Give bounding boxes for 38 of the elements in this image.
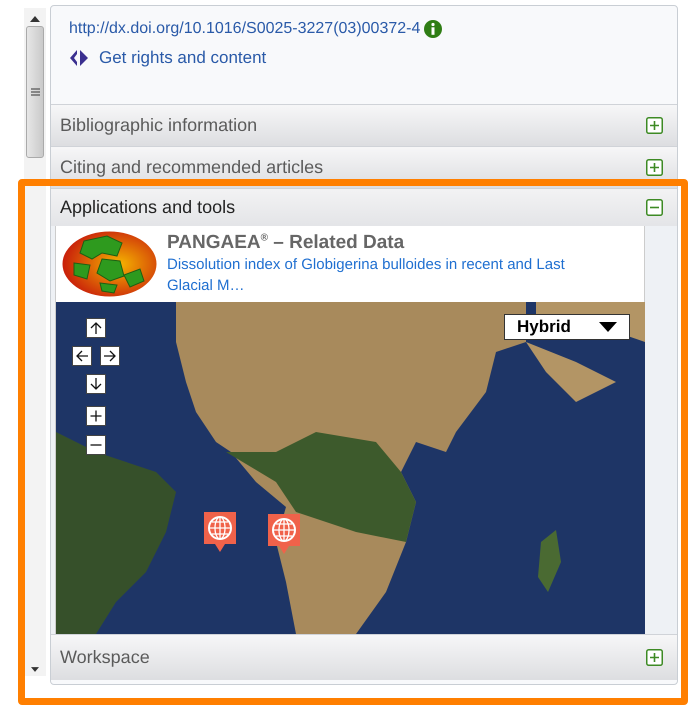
section-header[interactable]: Bibliographic information	[51, 104, 677, 146]
zoom-in-button[interactable]	[86, 406, 106, 426]
arrow-right-icon	[102, 348, 118, 364]
rights-link[interactable]: Get rights and content	[99, 48, 266, 68]
scroll-down-icon[interactable]	[31, 667, 39, 672]
section-title: Bibliographic information	[60, 115, 258, 136]
diamond-arrow-icon	[69, 49, 89, 67]
pan-up-button[interactable]	[86, 318, 106, 338]
map-type-dropdown[interactable]: Hybrid	[504, 314, 630, 340]
pan-left-button[interactable]	[72, 346, 92, 366]
info-icon[interactable]	[424, 20, 442, 38]
minus-icon	[90, 444, 102, 446]
expand-icon[interactable]	[646, 649, 663, 666]
section-title: Citing and recommended articles	[60, 157, 324, 178]
globe-marker-icon[interactable]	[268, 514, 300, 554]
expand-icon[interactable]	[646, 117, 663, 134]
section-title: Applications and tools	[60, 197, 236, 218]
arrow-up-icon	[88, 320, 104, 336]
scrollbar[interactable]	[24, 8, 46, 676]
collapse-icon[interactable]	[646, 199, 663, 216]
section-header[interactable]: Applications and tools	[51, 188, 677, 226]
arrow-left-icon	[74, 348, 90, 364]
caret-icon	[599, 322, 617, 332]
doi-link[interactable]: http://dx.doi.org/10.1016/S0025-3227(03)00372-4	[69, 20, 420, 38]
satellite-map-drawing[interactable]	[56, 302, 645, 634]
pan-right-button[interactable]	[100, 346, 120, 366]
globe-marker-icon[interactable]	[204, 512, 236, 552]
arrow-down-icon	[88, 376, 104, 392]
scroll-up-icon[interactable]	[30, 16, 40, 22]
zoom-out-button[interactable]	[86, 435, 106, 455]
pan-down-button[interactable]	[86, 374, 106, 394]
dataset-link[interactable]: Dissolution index of Globigerina bulloides in recent and Last Glacial M…	[167, 254, 607, 296]
plus-icon	[88, 408, 104, 424]
section-title: Workspace	[60, 647, 150, 668]
section-header[interactable]: Workspace	[51, 634, 677, 680]
scrollbar-thumb[interactable]	[26, 26, 44, 158]
expand-icon[interactable]	[646, 159, 663, 176]
pangaea-title: PANGAEA$^{®}$ – Related Data	[167, 232, 406, 254]
